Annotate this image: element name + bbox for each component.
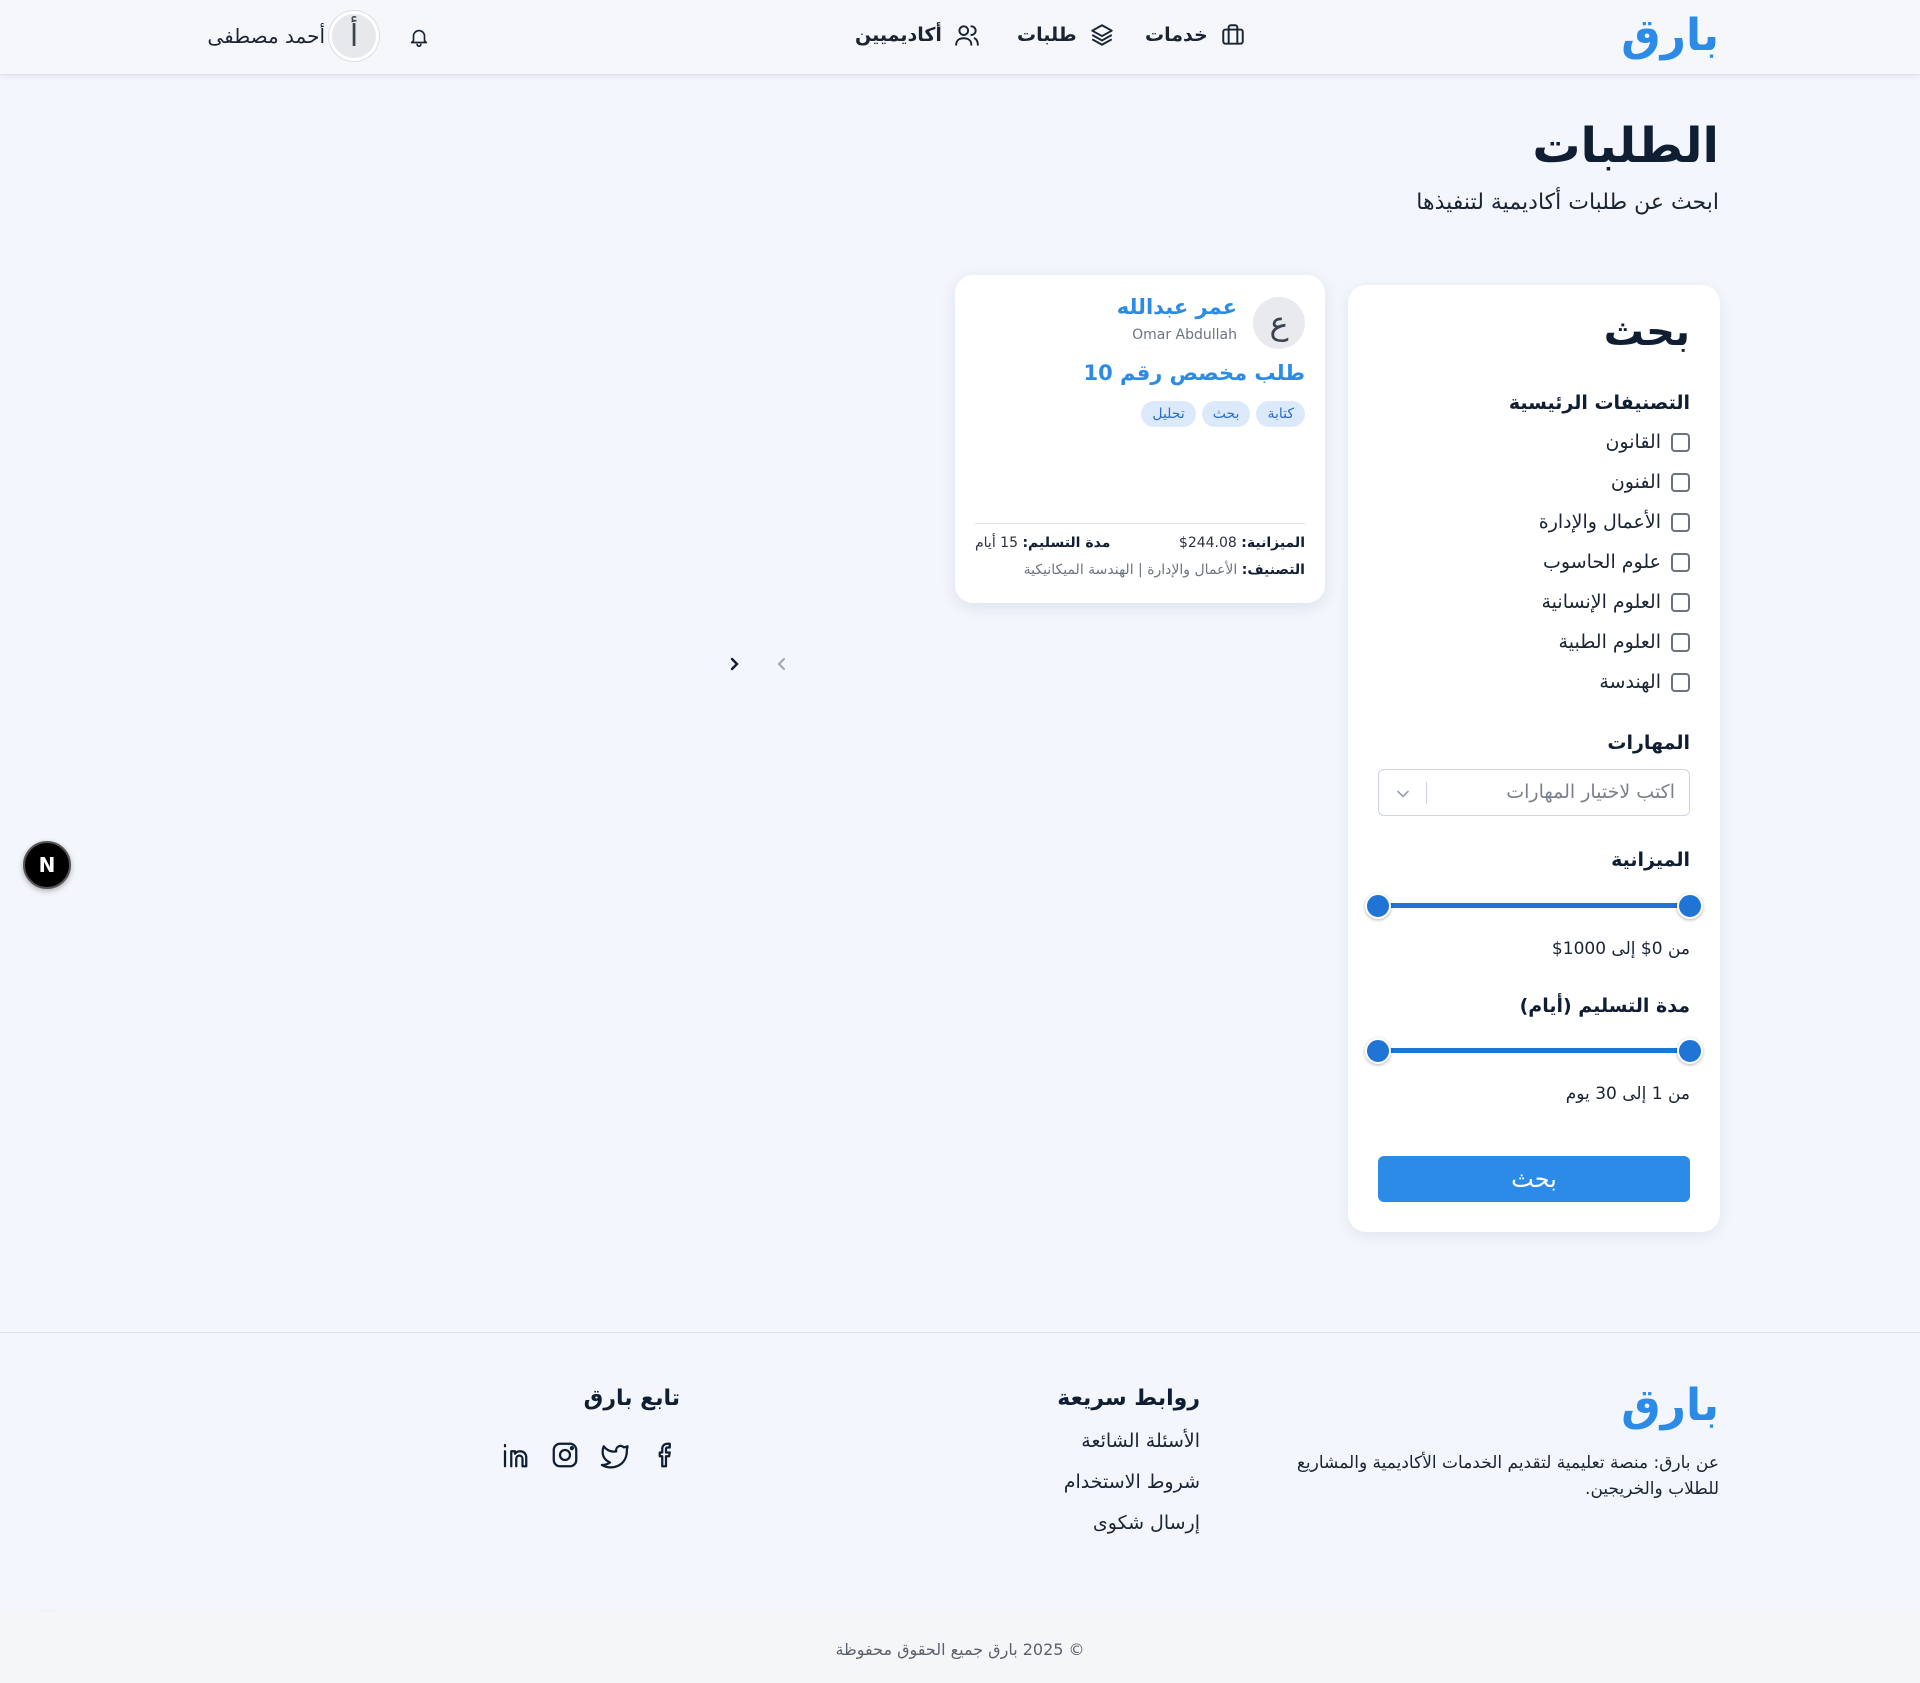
category-label: علوم الحاسوب [1543, 551, 1661, 573]
facebook-icon[interactable] [651, 1440, 681, 1470]
budget-range-text: من 0$ إلى 1000$ [1551, 939, 1690, 959]
requester-name[interactable]: عمر عبدالله [1117, 295, 1237, 319]
briefcase-icon [1221, 24, 1244, 45]
request-title[interactable]: طلب مخصص رقم 10 [1083, 361, 1305, 385]
nav-academics[interactable]: أكاديميين [855, 22, 980, 48]
checkbox[interactable] [1671, 632, 1690, 652]
delivery-range-text: من 1 إلى 30 يوم [1565, 1084, 1690, 1104]
request-card[interactable]: ع عمر عبدالله Omar Abdullah طلب مخصص رقم… [955, 275, 1325, 603]
checkbox[interactable] [1671, 592, 1690, 612]
request-delivery: مدة التسليم: 15 أيام [975, 535, 1110, 551]
footer-divider [0, 1332, 1920, 1333]
tag: تحليل [1141, 401, 1196, 427]
budget-meta-value: 244.08$ [1178, 535, 1237, 551]
nav-academics-label: أكاديميين [855, 24, 942, 46]
category-engineering[interactable]: الهندسة [1599, 671, 1690, 693]
category-label: الفنون [1610, 471, 1661, 493]
budget-max-thumb[interactable] [1677, 893, 1703, 919]
tag: كتابة [1256, 401, 1305, 427]
filter-title: بحث [1603, 309, 1690, 355]
instagram-icon[interactable] [550, 1440, 580, 1470]
page-title: الطلبات [1532, 118, 1719, 174]
chevron-right-icon-next[interactable] [722, 652, 746, 676]
top-navbar: بارق خدمات طلبات أكاديميين أ أحمد مصطفى [0, 0, 1920, 75]
budget-min-thumb[interactable] [1365, 893, 1391, 919]
category-humanities[interactable]: العلوم الإنسانية [1541, 591, 1690, 613]
user-avatar[interactable]: أ [329, 11, 379, 61]
categories-label: التصنيفات الرئيسية [1508, 392, 1690, 414]
filter-panel: بحث التصنيفات الرئيسية القانون الفنون ال… [1348, 285, 1720, 1232]
card-divider [975, 523, 1305, 524]
delivery-slider-track[interactable] [1378, 1048, 1690, 1053]
category-medical[interactable]: العلوم الطبية [1559, 631, 1690, 653]
category-arts[interactable]: الفنون [1611, 471, 1690, 493]
chevron-left-icon-prev[interactable] [770, 652, 794, 676]
budget-label: الميزانية [1611, 849, 1690, 871]
category-meta-label: التصنيف: [1241, 562, 1305, 578]
nav-services[interactable]: خدمات [1145, 22, 1246, 48]
tag: بحث [1201, 401, 1251, 427]
nav-requests[interactable]: طلبات [1017, 22, 1115, 48]
category-label: العلوم الطبية [1558, 631, 1661, 653]
follow-title: تابع بارق [583, 1386, 680, 1411]
linkedin-icon[interactable] [500, 1440, 530, 1470]
copyright-text: © 2025 بارق جميع الحقوق محفوظة [835, 1640, 1085, 1659]
user-name[interactable]: أحمد مصطفى [190, 24, 325, 48]
checkbox[interactable] [1671, 512, 1690, 532]
complaint-link[interactable]: إرسال شكوى [1093, 1512, 1200, 1534]
delivery-min-thumb[interactable] [1365, 1038, 1391, 1064]
brand-logo[interactable]: بارق [1621, 10, 1719, 61]
budget-slider-track[interactable] [1378, 903, 1690, 908]
category-label: الهندسة [1599, 671, 1661, 693]
page-subtitle: ابحث عن طلبات أكاديمية لتنفيذها [1416, 190, 1719, 215]
checkbox[interactable] [1671, 432, 1690, 452]
faq-link[interactable]: الأسئلة الشائعة [1081, 1430, 1200, 1452]
search-button[interactable]: بحث [1378, 1156, 1690, 1202]
checkbox[interactable] [1671, 552, 1690, 572]
checkbox[interactable] [1671, 472, 1690, 492]
terms-link[interactable]: شروط الاستخدام [1064, 1471, 1200, 1493]
category-label: القانون [1605, 431, 1661, 453]
requester-name-en: Omar Abdullah [1132, 327, 1237, 343]
users-icon [955, 25, 979, 46]
category-meta-value: الأعمال والإدارة | الهندسة الميكانيكية [1023, 562, 1238, 578]
bell-icon[interactable] [408, 26, 430, 48]
category-label: الأعمال والإدارة [1538, 511, 1661, 533]
skills-label: المهارات [1607, 732, 1690, 754]
delivery-max-thumb[interactable] [1677, 1038, 1703, 1064]
nav-services-label: خدمات [1145, 24, 1208, 46]
requester-avatar: ع [1253, 297, 1305, 349]
category-computer-science[interactable]: علوم الحاسوب [1543, 551, 1690, 573]
skills-select[interactable]: اكتب لاختيار المهارات [1378, 769, 1690, 816]
delivery-label: مدة التسليم (أيام) [1519, 995, 1690, 1017]
request-category: التصنيف: الأعمال والإدارة | الهندسة المي… [1024, 562, 1305, 578]
layers-icon [1090, 24, 1113, 46]
category-business[interactable]: الأعمال والإدارة [1539, 511, 1690, 533]
footer-logo[interactable]: بارق [1621, 1380, 1719, 1431]
category-label: العلوم الإنسانية [1541, 591, 1662, 613]
quick-links-title: روابط سريعة [1057, 1386, 1200, 1411]
select-separator [1426, 782, 1427, 804]
n-badge[interactable]: N [23, 841, 71, 889]
footer-about: عن بارق: منصة تعليمية لتقديم الخدمات الأ… [1296, 1453, 1719, 1499]
request-tags: كتابة بحث تحليل [1141, 401, 1305, 427]
chevron-down-icon[interactable] [1393, 784, 1413, 804]
skills-placeholder: اكتب لاختيار المهارات [1506, 781, 1675, 803]
checkbox[interactable] [1671, 672, 1690, 692]
category-law[interactable]: القانون [1605, 431, 1690, 453]
budget-meta-label: الميزانية: [1241, 535, 1305, 551]
twitter-icon[interactable] [600, 1440, 630, 1470]
nav-requests-label: طلبات [1017, 24, 1077, 46]
delivery-meta-label: مدة التسليم: [1022, 535, 1111, 551]
request-budget: الميزانية: 244.08$ [1179, 535, 1305, 551]
delivery-meta-value: 15 أيام [975, 535, 1018, 551]
